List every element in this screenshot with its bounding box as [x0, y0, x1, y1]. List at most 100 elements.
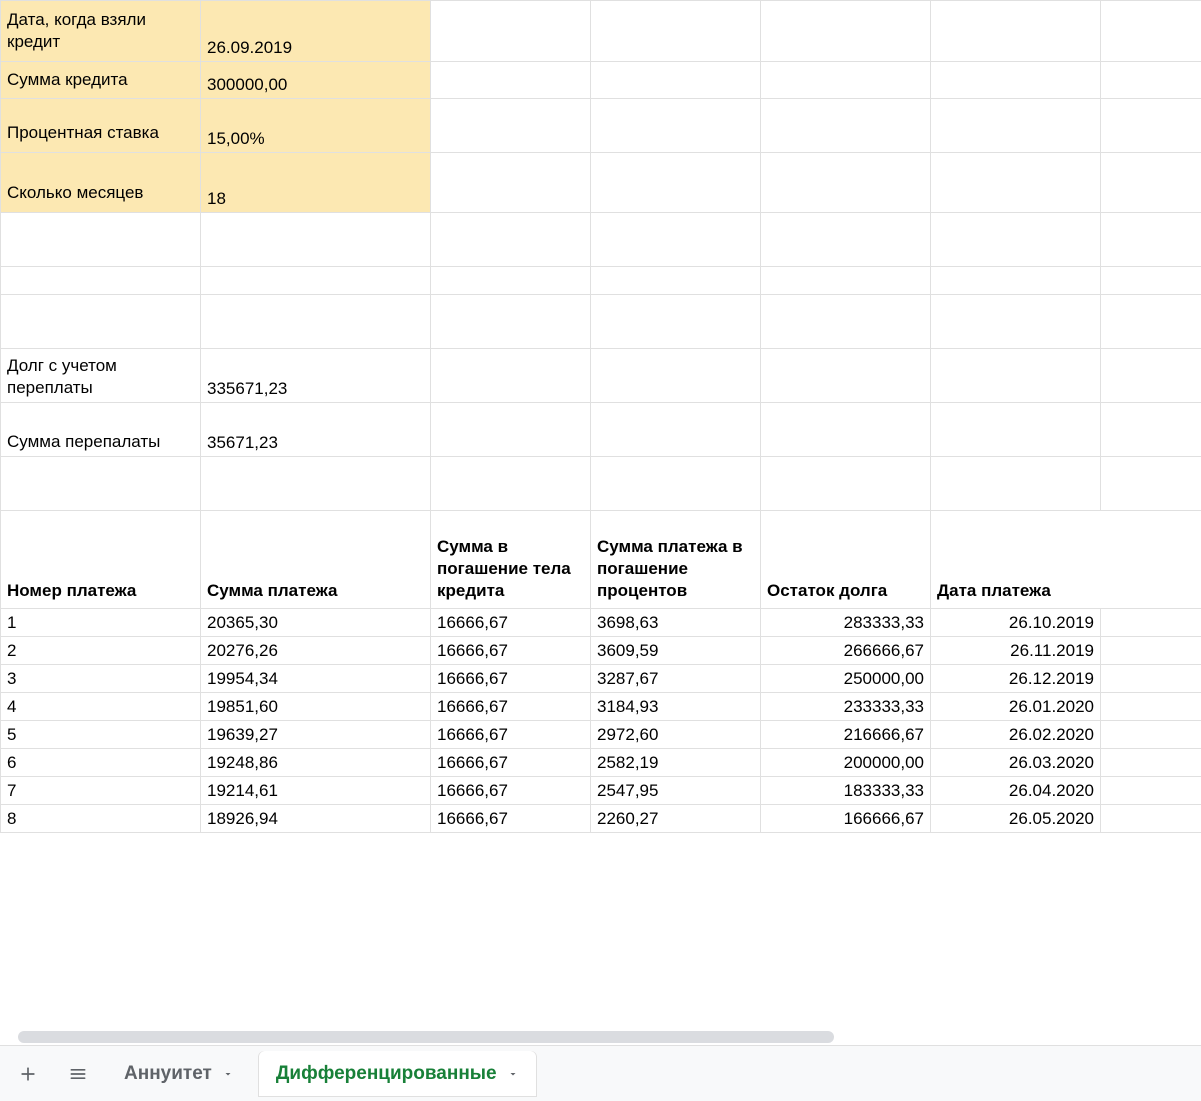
cell-interest[interactable]: 3184,93 [591, 693, 761, 721]
table-row: 6 19248,86 16666,67 2582,19 200000,00 26… [1, 749, 1201, 777]
tab-annuity[interactable]: Аннуитет [106, 1051, 252, 1097]
tab-differentiated[interactable]: Дифференцированные [258, 1051, 537, 1097]
chevron-down-icon [507, 1068, 519, 1080]
cell-interest[interactable]: 2547,95 [591, 777, 761, 805]
empty-row [1, 457, 1201, 511]
cell-interest[interactable]: 2582,19 [591, 749, 761, 777]
cell-payment[interactable]: 19639,27 [201, 721, 431, 749]
tab-label: Дифференцированные [276, 1063, 497, 1085]
cell-num[interactable]: 8 [1, 805, 201, 833]
cell-payment[interactable]: 18926,94 [201, 805, 431, 833]
cell-balance[interactable]: 250000,00 [761, 665, 931, 693]
empty-row [1, 267, 1201, 295]
summary-label[interactable]: Сумма перепалаты [1, 403, 201, 457]
summary-row-debt: Долг с учетом переплаты 335671,23 [1, 349, 1201, 403]
table-row: 3 19954,34 16666,67 3287,67 250000,00 26… [1, 665, 1201, 693]
schedule-header-row: Номер платежа Сумма платежа Сумма в пога… [1, 511, 1201, 609]
table-row: 2 20276,26 16666,67 3609,59 266666,67 26… [1, 637, 1201, 665]
empty-row [1, 295, 1201, 349]
table-row: 4 19851,60 16666,67 3184,93 233333,33 26… [1, 693, 1201, 721]
param-row-sum: Сумма кредита 300000,00 [1, 62, 1201, 99]
param-value[interactable]: 15,00% [201, 99, 431, 153]
hamburger-icon [68, 1064, 88, 1084]
cell-num[interactable]: 2 [1, 637, 201, 665]
cell-balance[interactable]: 183333,33 [761, 777, 931, 805]
param-row-rate: Процентная ставка 15,00% [1, 99, 1201, 153]
param-value[interactable]: 18 [201, 153, 431, 213]
param-label[interactable]: Сколько месяцев [1, 153, 201, 213]
cell-principal[interactable]: 16666,67 [431, 721, 591, 749]
cell-num[interactable]: 3 [1, 665, 201, 693]
empty-row [1, 213, 1201, 267]
cell-interest[interactable]: 3609,59 [591, 637, 761, 665]
cell-payment[interactable]: 20276,26 [201, 637, 431, 665]
cell-date[interactable]: 26.05.2020 [931, 805, 1101, 833]
all-sheets-button[interactable] [56, 1052, 100, 1096]
cell-payment[interactable]: 19851,60 [201, 693, 431, 721]
cell-principal[interactable]: 16666,67 [431, 665, 591, 693]
add-sheet-button[interactable] [6, 1052, 50, 1096]
param-label[interactable]: Процентная ставка [1, 99, 201, 153]
param-row-date: Дата, когда взяли кредит 26.09.2019 [1, 1, 1201, 62]
col-header-balance[interactable]: Остаток долга [761, 511, 931, 609]
cell-principal[interactable]: 16666,67 [431, 609, 591, 637]
sheet-tab-bar: Аннуитет Дифференцированные [0, 1045, 1201, 1101]
cell-balance[interactable]: 166666,67 [761, 805, 931, 833]
param-label[interactable]: Сумма кредита [1, 62, 201, 99]
cell-date[interactable]: 26.10.2019 [931, 609, 1101, 637]
cell-num[interactable]: 4 [1, 693, 201, 721]
cell-interest[interactable]: 3698,63 [591, 609, 761, 637]
cell-principal[interactable]: 16666,67 [431, 777, 591, 805]
cell-num[interactable]: 1 [1, 609, 201, 637]
col-header-date[interactable]: Дата платежа [931, 511, 1201, 609]
cell-payment[interactable]: 19954,34 [201, 665, 431, 693]
tab-label: Аннуитет [124, 1063, 212, 1085]
table-row: 7 19214,61 16666,67 2547,95 183333,33 26… [1, 777, 1201, 805]
cell-balance[interactable]: 266666,67 [761, 637, 931, 665]
cell-num[interactable]: 7 [1, 777, 201, 805]
col-header-num[interactable]: Номер платежа [1, 511, 201, 609]
cell-balance[interactable]: 283333,33 [761, 609, 931, 637]
param-label[interactable]: Дата, когда взяли кредит [1, 1, 201, 62]
summary-value[interactable]: 35671,23 [201, 403, 431, 457]
col-header-interest[interactable]: Сумма платежа в погашение процентов [591, 511, 761, 609]
cell-num[interactable]: 6 [1, 749, 201, 777]
cell-balance[interactable]: 233333,33 [761, 693, 931, 721]
summary-label[interactable]: Долг с учетом переплаты [1, 349, 201, 403]
col-header-payment[interactable]: Сумма платежа [201, 511, 431, 609]
param-row-months: Сколько месяцев 18 [1, 153, 1201, 213]
cell-date[interactable]: 26.01.2020 [931, 693, 1101, 721]
table-row: 1 20365,30 16666,67 3698,63 283333,33 26… [1, 609, 1201, 637]
cell-date[interactable]: 26.12.2019 [931, 665, 1101, 693]
cell-date[interactable]: 26.11.2019 [931, 637, 1101, 665]
cell-payment[interactable]: 20365,30 [201, 609, 431, 637]
cell-date[interactable]: 26.03.2020 [931, 749, 1101, 777]
horizontal-scrollbar[interactable] [18, 1031, 1183, 1043]
param-value[interactable]: 300000,00 [201, 62, 431, 99]
param-value[interactable]: 26.09.2019 [201, 1, 431, 62]
table-row: 5 19639,27 16666,67 2972,60 216666,67 26… [1, 721, 1201, 749]
spreadsheet-grid[interactable]: Дата, когда взяли кредит 26.09.2019 Сумм… [0, 0, 1201, 1045]
cell-payment[interactable]: 19248,86 [201, 749, 431, 777]
col-header-principal[interactable]: Сумма в погашение тела кредита [431, 511, 591, 609]
plus-icon [18, 1064, 38, 1084]
cell-principal[interactable]: 16666,67 [431, 805, 591, 833]
cell-balance[interactable]: 200000,00 [761, 749, 931, 777]
cell-principal[interactable]: 16666,67 [431, 693, 591, 721]
cell-interest[interactable]: 3287,67 [591, 665, 761, 693]
table-row: 8 18926,94 16666,67 2260,27 166666,67 26… [1, 805, 1201, 833]
cell-principal[interactable]: 16666,67 [431, 637, 591, 665]
sheet-table: Дата, когда взяли кредит 26.09.2019 Сумм… [0, 0, 1201, 833]
scrollbar-thumb[interactable] [18, 1031, 834, 1043]
chevron-down-icon [222, 1068, 234, 1080]
cell-interest[interactable]: 2972,60 [591, 721, 761, 749]
summary-value[interactable]: 335671,23 [201, 349, 431, 403]
cell-principal[interactable]: 16666,67 [431, 749, 591, 777]
cell-date[interactable]: 26.02.2020 [931, 721, 1101, 749]
cell-payment[interactable]: 19214,61 [201, 777, 431, 805]
summary-row-overpay: Сумма перепалаты 35671,23 [1, 403, 1201, 457]
cell-balance[interactable]: 216666,67 [761, 721, 931, 749]
cell-interest[interactable]: 2260,27 [591, 805, 761, 833]
cell-num[interactable]: 5 [1, 721, 201, 749]
cell-date[interactable]: 26.04.2020 [931, 777, 1101, 805]
